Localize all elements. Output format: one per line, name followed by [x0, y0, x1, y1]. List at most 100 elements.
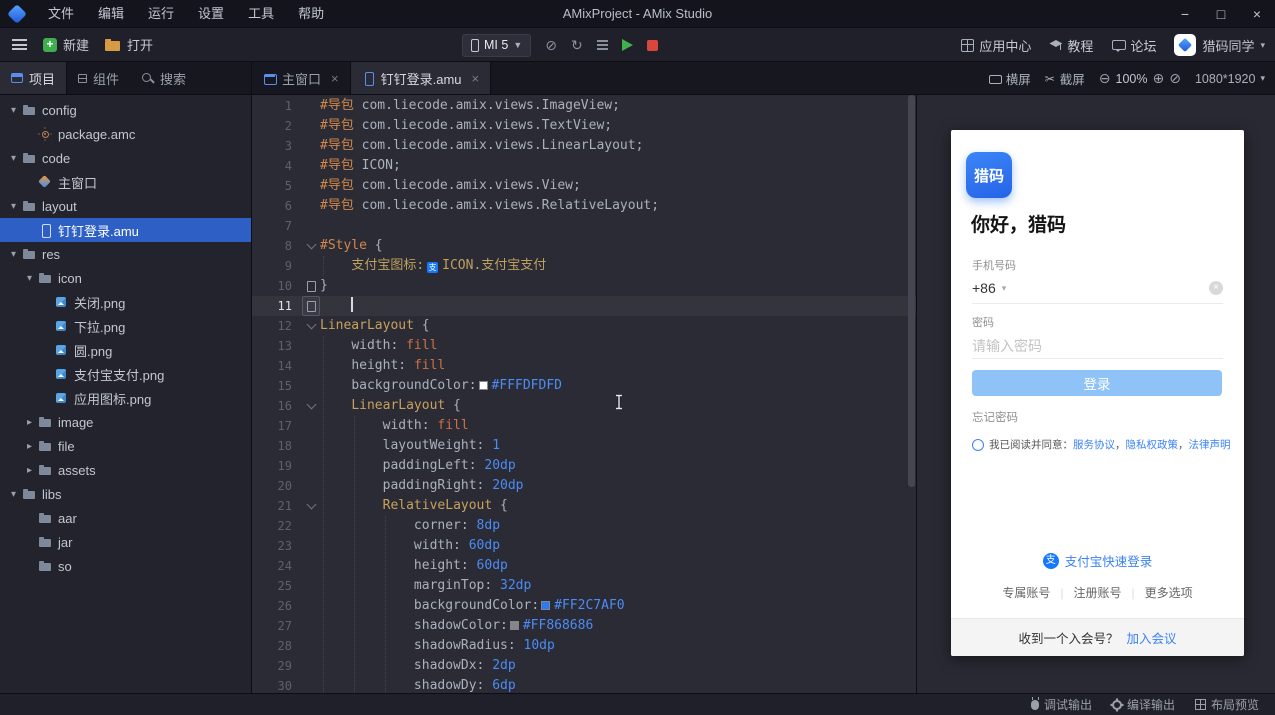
account-option-link[interactable]: 更多选项 — [1145, 584, 1193, 601]
layout-preview-button[interactable]: 布局预览 — [1194, 696, 1259, 713]
code-line[interactable]: 10} — [252, 276, 916, 296]
tree-item[interactable]: ▸ file — [0, 434, 251, 458]
account-option-link[interactable]: 专属账号 — [1002, 584, 1050, 601]
tree-item[interactable]: 主窗口 — [0, 170, 251, 194]
code-line[interactable]: 2 #导包 com.liecode.amix.views.TextView; — [252, 116, 916, 136]
tutorial-button[interactable]: 教程 — [1049, 36, 1093, 55]
code-line[interactable]: 23 width: 60dp — [252, 536, 916, 556]
menu-item[interactable]: 运行 — [136, 0, 186, 28]
tree-expand-icon[interactable]: ▸ — [22, 417, 37, 428]
code-line[interactable]: 13 width: fill — [252, 336, 916, 356]
code-line[interactable]: 25 marginTop: 32dp — [252, 576, 916, 596]
tree-item[interactable]: 关闭.png — [0, 290, 251, 314]
fold-icon[interactable] — [306, 319, 316, 330]
close-button[interactable]: × — [1239, 0, 1275, 28]
tab-components[interactable]: 组件 — [67, 62, 130, 94]
tree-item[interactable]: jar — [0, 530, 251, 554]
password-input[interactable]: 请输入密码 — [972, 336, 1042, 356]
code-line[interactable]: 17 width: fill — [252, 416, 916, 436]
user-account-menu[interactable]: 猎码同学 ▾ — [1174, 34, 1265, 56]
code-line[interactable]: 20 paddingRight: 20dp — [252, 476, 916, 496]
zoom-reset-icon[interactable]: ⊘ — [1169, 70, 1181, 87]
code-line[interactable]: 30 shadowDy: 6dp — [252, 676, 916, 693]
join-meeting-link[interactable]: 加入会议 — [1127, 628, 1177, 647]
tree-expand-icon[interactable]: ▸ — [22, 465, 37, 476]
device-selector[interactable]: MI 5 ▼ — [462, 33, 532, 57]
tree-expand-icon[interactable]: ▾ — [22, 273, 37, 284]
tree-item[interactable]: 下拉.png — [0, 314, 251, 338]
tree-item[interactable]: ▾ layout — [0, 194, 251, 218]
fold-icon[interactable] — [306, 239, 316, 250]
tree-item[interactable]: ▾ res — [0, 242, 251, 266]
code-line[interactable]: 29 shadowDx: 2dp — [252, 656, 916, 676]
code-line[interactable]: 9 支付宝图标: 支 ICON.支付宝支付 — [252, 256, 916, 276]
tree-expand-icon[interactable]: ▸ — [22, 441, 37, 452]
app-center-button[interactable]: 应用中心 — [961, 36, 1031, 55]
agreement-link[interactable]: 隐私权政策 — [1126, 439, 1179, 451]
code-line[interactable]: 11 — [252, 296, 916, 316]
chevron-down-icon[interactable]: ▾ — [1002, 283, 1007, 294]
editor-tab[interactable]: 主窗口 × — [252, 62, 351, 94]
code-line[interactable]: 21 RelativeLayout { — [252, 496, 916, 516]
menu-item[interactable]: 文件 — [36, 0, 86, 28]
forum-button[interactable]: 论坛 — [1111, 36, 1156, 55]
tree-expand-icon[interactable]: ▾ — [6, 153, 21, 164]
tree-item[interactable]: 圆.png — [0, 338, 251, 362]
compile-output-button[interactable]: 编译输出 — [1111, 696, 1175, 713]
code-line[interactable]: 8 #Style { — [252, 236, 916, 256]
hamburger-menu-icon[interactable] — [12, 39, 27, 50]
code-line[interactable]: 12 LinearLayout { — [252, 316, 916, 336]
tree-item[interactable]: 钉钉登录.amu — [0, 218, 251, 242]
tree-item[interactable]: ▾ icon — [0, 266, 251, 290]
editor-tab[interactable]: 钉钉登录.amu × — [350, 62, 492, 94]
tree-item[interactable]: aar — [0, 506, 251, 530]
code-line[interactable]: 22 corner: 8dp — [252, 516, 916, 536]
forgot-password-link[interactable]: 忘记密码 — [972, 409, 1018, 425]
tab-project[interactable]: 项目 — [0, 62, 68, 94]
agreement-radio[interactable] — [972, 438, 984, 451]
code-editor[interactable]: 1 #导包 com.liecode.amix.views.ImageView; 2 #… — [252, 95, 916, 693]
close-tab-icon[interactable]: × — [331, 71, 339, 86]
debug-output-button[interactable]: 调试输出 — [1030, 696, 1092, 713]
tree-item[interactable]: so — [0, 554, 251, 578]
code-line[interactable]: 1 #导包 com.liecode.amix.views.ImageView; — [252, 96, 916, 116]
zoom-in-icon[interactable]: ⊕ — [1153, 70, 1165, 87]
code-line[interactable]: 26 backgroundColor: #FF2C7AF0 — [252, 596, 916, 616]
agreement-link[interactable]: 法律声明 — [1189, 439, 1231, 451]
code-line[interactable]: 15 backgroundColor: #FFFDFDFD — [252, 376, 916, 396]
menu-item[interactable]: 设置 — [186, 0, 236, 28]
code-line[interactable]: 16 LinearLayout { — [252, 396, 916, 416]
tree-item[interactable]: ▾ config — [0, 98, 251, 122]
phone-number-field[interactable]: +86 ▾ × — [972, 280, 1223, 296]
code-line[interactable]: 27 shadowColor: #FF868686 — [252, 616, 916, 636]
code-line[interactable]: 18 layoutWeight: 1 — [252, 436, 916, 456]
login-button[interactable]: 登录 — [972, 370, 1222, 396]
new-button[interactable]: + 新建 — [43, 35, 89, 54]
tree-item[interactable]: ▾ libs — [0, 482, 251, 506]
code-line[interactable]: 19 paddingLeft: 20dp — [252, 456, 916, 476]
menu-item[interactable]: 帮助 — [286, 0, 336, 28]
code-line[interactable]: 3 #导包 com.liecode.amix.views.LinearLayout… — [252, 136, 916, 156]
resolution-selector[interactable]: 1080*1920 ▾ — [1195, 72, 1265, 86]
tree-expand-icon[interactable]: ▾ — [6, 105, 21, 116]
screenshot-button[interactable]: ✂ 截屏 — [1045, 69, 1085, 88]
disconnect-icon[interactable]: ⊘ — [545, 38, 557, 52]
fold-icon[interactable] — [306, 499, 316, 510]
code-line[interactable]: 7 — [252, 216, 916, 236]
run-button[interactable] — [621, 39, 633, 51]
code-line[interactable]: 6 #导包 com.liecode.amix.views.RelativeLayo… — [252, 196, 916, 216]
restart-icon[interactable]: ↻ — [571, 38, 583, 52]
tree-item[interactable]: package.amc — [0, 122, 251, 146]
code-line[interactable]: 4 #导包 ICON; — [252, 156, 916, 176]
stop-button[interactable] — [646, 39, 658, 51]
layers-icon[interactable] — [596, 40, 608, 42]
clear-input-icon[interactable]: × — [1209, 281, 1223, 295]
tree-item[interactable]: 支付宝支付.png — [0, 362, 251, 386]
code-line[interactable]: 28 shadowRadius: 10dp — [252, 636, 916, 656]
tree-expand-icon[interactable]: ▾ — [6, 489, 21, 500]
fold-icon[interactable] — [306, 399, 316, 410]
code-line[interactable]: 5 #导包 com.liecode.amix.views.View; — [252, 176, 916, 196]
tree-item[interactable]: 应用图标.png — [0, 386, 251, 410]
landscape-button[interactable]: 横屏 — [988, 69, 1031, 88]
tree-item[interactable]: ▾ code — [0, 146, 251, 170]
